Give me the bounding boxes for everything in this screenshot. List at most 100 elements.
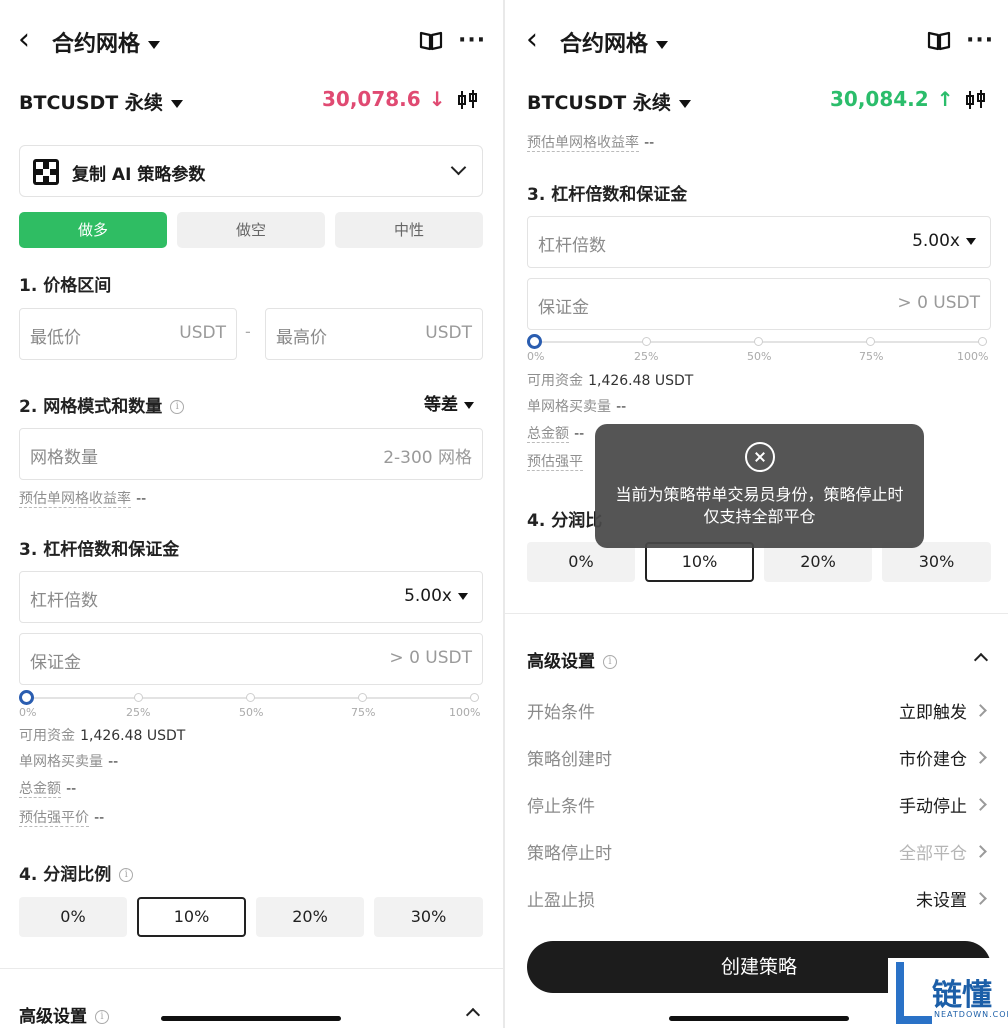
caret-down-icon	[170, 99, 183, 108]
min-price-placeholder: 最低价	[30, 328, 81, 348]
share-option-30[interactable]: 30%	[374, 897, 483, 937]
grid-count-hint: 2-300 网格	[383, 448, 472, 468]
candlestick-chart-icon[interactable]	[964, 88, 988, 112]
home-indicator	[669, 1016, 849, 1021]
margin-label: 保证金	[30, 653, 81, 673]
unit-label: USDT	[425, 323, 472, 343]
liq-price-row: 预估强平	[527, 451, 583, 471]
page-title-dropdown[interactable]: 合约网格	[52, 26, 161, 58]
info-icon[interactable]: i	[95, 1010, 109, 1024]
watermark-logo: 链懂 NEATDOWN.COM	[888, 958, 1008, 1028]
close-circle-icon	[744, 442, 775, 472]
liq-price-row: 预估强平价 --	[19, 807, 104, 827]
leverage-selector[interactable]: 杠杆倍数 5.00x	[527, 216, 991, 268]
slider-handle[interactable]	[19, 690, 34, 705]
margin-hint: > 0 USDT	[389, 648, 472, 668]
slider-stop-75	[358, 693, 367, 702]
share-option-0[interactable]: 0%	[19, 897, 127, 937]
caret-down-icon	[656, 41, 669, 49]
more-dots-icon[interactable]: ···	[458, 28, 486, 53]
adv-row-stop-condition[interactable]: 停止条件 手动停止	[527, 792, 989, 818]
slider-handle[interactable]	[527, 334, 542, 349]
back-icon[interactable]: ‹	[526, 25, 538, 55]
slider-label-100: 100%	[449, 706, 481, 719]
copy-ai-params-dropdown[interactable]: 复制 AI 策略参数	[19, 145, 483, 197]
watermark-subtext: NEATDOWN.COM	[934, 1010, 1008, 1019]
info-icon[interactable]: i	[119, 868, 134, 882]
unit-label: USDT	[179, 323, 226, 343]
more-dots-icon[interactable]: ···	[966, 28, 994, 53]
leverage-selector[interactable]: 杠杆倍数 5.00x	[19, 571, 483, 623]
advanced-settings-header[interactable]: 高级设置 i	[527, 647, 617, 672]
share-option-10[interactable]: 10%	[137, 897, 246, 937]
leverage-value-wrap: 5.00x	[912, 231, 976, 251]
short-tab[interactable]: 做空	[177, 212, 325, 248]
total-value: --	[66, 781, 77, 797]
section-grid-mode-label: 2. 网格模式和数量	[19, 397, 163, 417]
neutral-tab[interactable]: 中性	[335, 212, 483, 248]
margin-input[interactable]: 保证金 > 0 USDT	[527, 278, 991, 330]
max-price-input[interactable]: 最高价 USDT	[265, 308, 483, 360]
toast-message: 当前为策略带单交易员身份，策略停止时仅支持全部平仓	[595, 424, 924, 548]
total-label: 总金额	[19, 781, 61, 798]
advanced-settings-title: 高级设置	[19, 1007, 87, 1027]
slider-stop-100	[470, 693, 479, 702]
share-option-0[interactable]: 0%	[527, 542, 635, 582]
per-grid-qty-value: --	[108, 754, 119, 770]
pair-label: BTCUSDT 永续	[527, 92, 671, 114]
advanced-settings-header[interactable]: 高级设置 i	[19, 1002, 109, 1027]
share-option-20[interactable]: 20%	[764, 542, 872, 582]
leverage-label: 杠杆倍数	[538, 236, 606, 256]
section-grid-mode-title: 2. 网格模式和数量 i	[19, 392, 185, 417]
slider-label-75: 75%	[859, 350, 884, 363]
share-option-10[interactable]: 10%	[645, 542, 754, 582]
long-tab[interactable]: 做多	[19, 212, 167, 248]
candlestick-chart-icon[interactable]	[456, 88, 480, 112]
page-title: 合约网格	[560, 32, 649, 57]
slider-stop-75	[866, 337, 875, 346]
caret-down-icon	[148, 41, 161, 49]
page-title-dropdown[interactable]: 合约网格	[560, 26, 669, 58]
book-icon[interactable]	[418, 28, 444, 54]
home-indicator	[161, 1016, 341, 1021]
per-grid-qty-row: 单网格买卖量 --	[19, 751, 118, 771]
margin-hint: > 0 USDT	[897, 293, 980, 313]
info-icon[interactable]: i	[603, 655, 617, 669]
back-icon[interactable]: ‹	[18, 25, 30, 55]
chevron-up-icon[interactable]	[973, 652, 989, 668]
margin-label: 保证金	[538, 298, 589, 318]
adv-row-start-condition[interactable]: 开始条件 立即触发	[527, 698, 989, 724]
share-option-30[interactable]: 30%	[882, 542, 991, 582]
price-down-arrow-icon: ↓	[428, 87, 446, 111]
max-price-placeholder: 最高价	[276, 328, 327, 348]
min-price-input[interactable]: 最低价 USDT	[19, 308, 237, 360]
pair-selector[interactable]: BTCUSDT 永续	[19, 88, 183, 115]
chevron-right-icon	[974, 704, 987, 717]
adv-row-on-stop[interactable]: 策略停止时 全部平仓	[527, 839, 989, 865]
chevron-right-icon	[974, 892, 987, 905]
leverage-label: 杠杆倍数	[30, 591, 98, 611]
info-icon[interactable]: i	[170, 400, 185, 414]
available-funds-row: 可用资金 1,426.48 USDT	[527, 370, 693, 390]
pair-selector[interactable]: BTCUSDT 永续	[527, 88, 691, 115]
section-leverage-title: 3. 杠杆倍数和保证金	[19, 540, 180, 560]
adv-row-label: 开始条件	[527, 703, 595, 723]
total-value: --	[574, 426, 585, 442]
adv-row-tp-sl[interactable]: 止盈止损 未设置	[527, 886, 989, 912]
section-profit-share-title: 4. 分润比	[527, 511, 603, 531]
margin-input[interactable]: 保证金 > 0 USDT	[19, 633, 483, 685]
range-separator: -	[245, 322, 251, 341]
grid-count-input[interactable]: 网格数量 2-300 网格	[19, 428, 483, 480]
adv-row-label: 止盈止损	[527, 891, 595, 911]
book-icon[interactable]	[926, 28, 952, 54]
est-return-value: --	[136, 491, 147, 507]
total-label: 总金额	[527, 426, 569, 443]
share-option-20[interactable]: 20%	[256, 897, 364, 937]
grid-mode-dropdown[interactable]: 等差	[424, 390, 474, 415]
slider-stop-25	[134, 693, 143, 702]
section-profit-share-label: 4. 分润比例	[19, 865, 112, 885]
chevron-up-icon[interactable]	[465, 1007, 481, 1023]
price-value: 30,078.6	[322, 87, 421, 111]
watermark-mark	[896, 962, 904, 1024]
adv-row-on-create[interactable]: 策略创建时 市价建仓	[527, 745, 989, 771]
